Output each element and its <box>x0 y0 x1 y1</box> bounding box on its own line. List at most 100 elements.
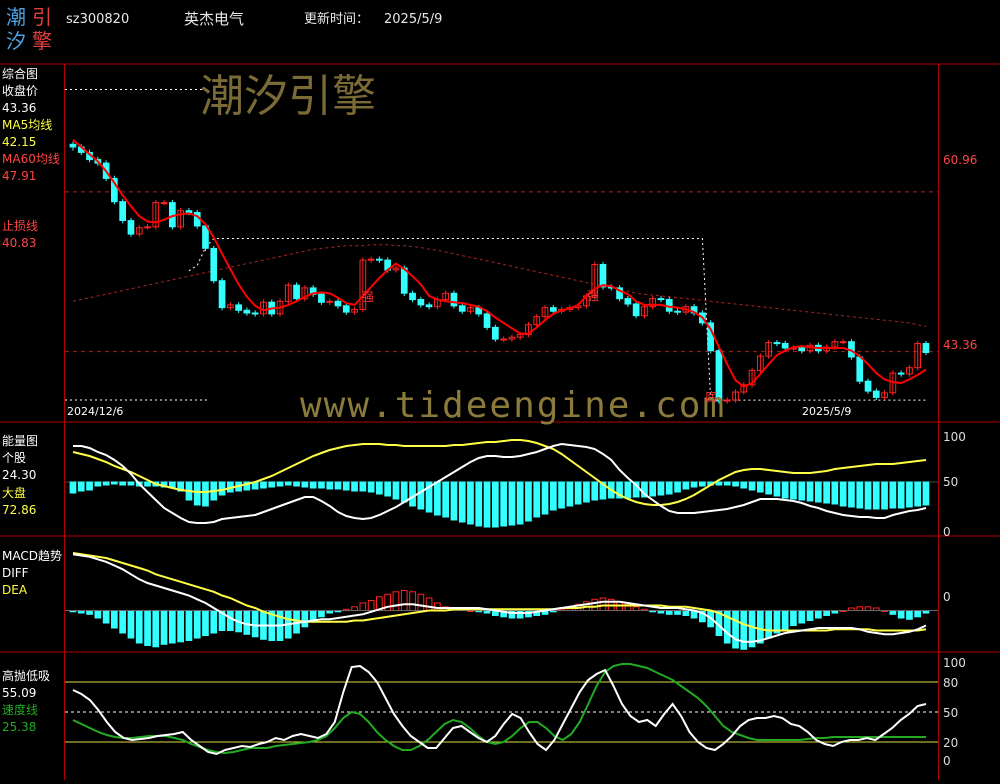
main-right-tick: 43.36 <box>943 338 978 352</box>
energy-bar <box>765 481 772 495</box>
stop-loss-value: 40.83 <box>2 236 37 250</box>
energy-bar <box>318 481 325 489</box>
energy-tick: 0 <box>943 525 951 539</box>
energy-bar <box>483 481 491 528</box>
stock-energy-line <box>73 442 927 524</box>
sell-tick: 0 <box>943 754 951 768</box>
macd-bar <box>227 610 234 631</box>
energy-bar <box>111 481 118 485</box>
candle-body <box>599 264 607 288</box>
macd-bar <box>135 610 143 644</box>
macd-bar <box>815 610 822 619</box>
macd-bar <box>392 591 400 612</box>
macd-bar <box>806 610 814 621</box>
stock-name: 英杰电气 <box>184 10 245 28</box>
macd-bar <box>417 593 425 612</box>
macd-bar <box>409 591 416 612</box>
brand-watermark: 潮汐引擎 <box>200 71 376 122</box>
energy-bar <box>699 481 706 487</box>
energy-tick: 100 <box>943 430 966 444</box>
candle-body <box>632 303 640 317</box>
stock-energy-value: 24.30 <box>2 468 37 482</box>
energy-bar <box>127 481 135 486</box>
chart-stage: 潮 引 汐 擎 sz300820 英杰电气 更新时间： 2025/5/9 潮汐引… <box>0 0 1000 780</box>
candle-body <box>798 347 806 352</box>
candle-body <box>69 143 77 148</box>
energy-bar <box>86 481 93 491</box>
energy-bar <box>442 481 449 518</box>
signal-marker: 底 <box>705 390 718 404</box>
macd-tick: 0 <box>943 590 951 604</box>
energy-bar <box>102 481 110 486</box>
candle-body <box>409 292 416 301</box>
energy-bar <box>732 481 739 487</box>
macd-bar <box>202 610 209 636</box>
diff-label: DIFF <box>2 566 29 580</box>
date-start: 2024/12/6 <box>67 405 124 418</box>
energy-bar <box>674 481 681 493</box>
signal-marker: 强 <box>362 290 375 304</box>
energy-bar <box>897 481 905 509</box>
candle-body <box>500 338 507 341</box>
energy-bar <box>193 481 201 506</box>
energy-bar <box>359 481 367 492</box>
candle-body <box>342 305 350 313</box>
macd-bar <box>318 610 325 618</box>
sell-tick: 50 <box>943 706 959 720</box>
energy-bar <box>690 481 698 488</box>
energy-bar <box>284 481 292 486</box>
energy-bar <box>823 481 830 504</box>
energy-bar <box>492 481 499 528</box>
macd-bar <box>732 610 739 649</box>
candle-body <box>864 380 872 392</box>
candle-body <box>839 341 847 344</box>
energy-bar <box>757 481 764 493</box>
candle-body <box>318 293 325 303</box>
candle-body <box>202 225 209 249</box>
energy-bar <box>781 481 789 499</box>
energy-bar <box>848 481 855 508</box>
energy-bar <box>400 481 408 503</box>
ma60-label: MA60均线 <box>2 152 60 166</box>
energy-bar <box>508 481 516 526</box>
macd-bar <box>359 602 367 611</box>
energy-bar <box>417 481 425 510</box>
stop-loss-label: 止损线 <box>2 219 39 233</box>
candle-body <box>550 307 557 312</box>
energy-panel-title: 能量图 <box>2 434 39 448</box>
energy-bar <box>864 481 872 510</box>
stock-energy-label: 个股 <box>2 451 27 465</box>
energy-bar <box>384 481 391 497</box>
macd-bar <box>682 610 690 616</box>
macd-bar <box>508 610 516 619</box>
signal-marker: 强 <box>587 289 600 303</box>
macd-bar <box>111 610 118 629</box>
candle-body <box>781 343 789 349</box>
dea-line <box>72 552 927 632</box>
candle-body <box>417 299 425 306</box>
ma5-value: 42.15 <box>2 135 37 149</box>
candle-body <box>458 305 466 312</box>
url-watermark: www.tideengine.com <box>300 385 727 426</box>
energy-bar <box>392 481 400 500</box>
candle-body <box>657 298 665 301</box>
energy-bar <box>351 481 358 492</box>
macd-bar <box>160 610 168 645</box>
candle-body <box>872 390 880 398</box>
energy-bar <box>119 481 127 486</box>
macd-bar <box>914 610 921 618</box>
energy-bar <box>682 481 690 490</box>
stock-code: sz300820 <box>66 12 130 27</box>
energy-bar <box>533 481 541 518</box>
speed-line <box>72 663 926 755</box>
stop-line <box>188 238 926 401</box>
main-right-tick: 60.96 <box>943 153 978 167</box>
candle-body <box>218 280 226 309</box>
macd-bar <box>119 610 127 634</box>
update-label: 更新时间： <box>304 12 370 27</box>
energy-bar <box>906 481 913 508</box>
candle-body <box>376 258 383 261</box>
energy-bar <box>881 481 888 510</box>
macd-bar <box>94 610 102 619</box>
candle-body <box>624 298 632 305</box>
